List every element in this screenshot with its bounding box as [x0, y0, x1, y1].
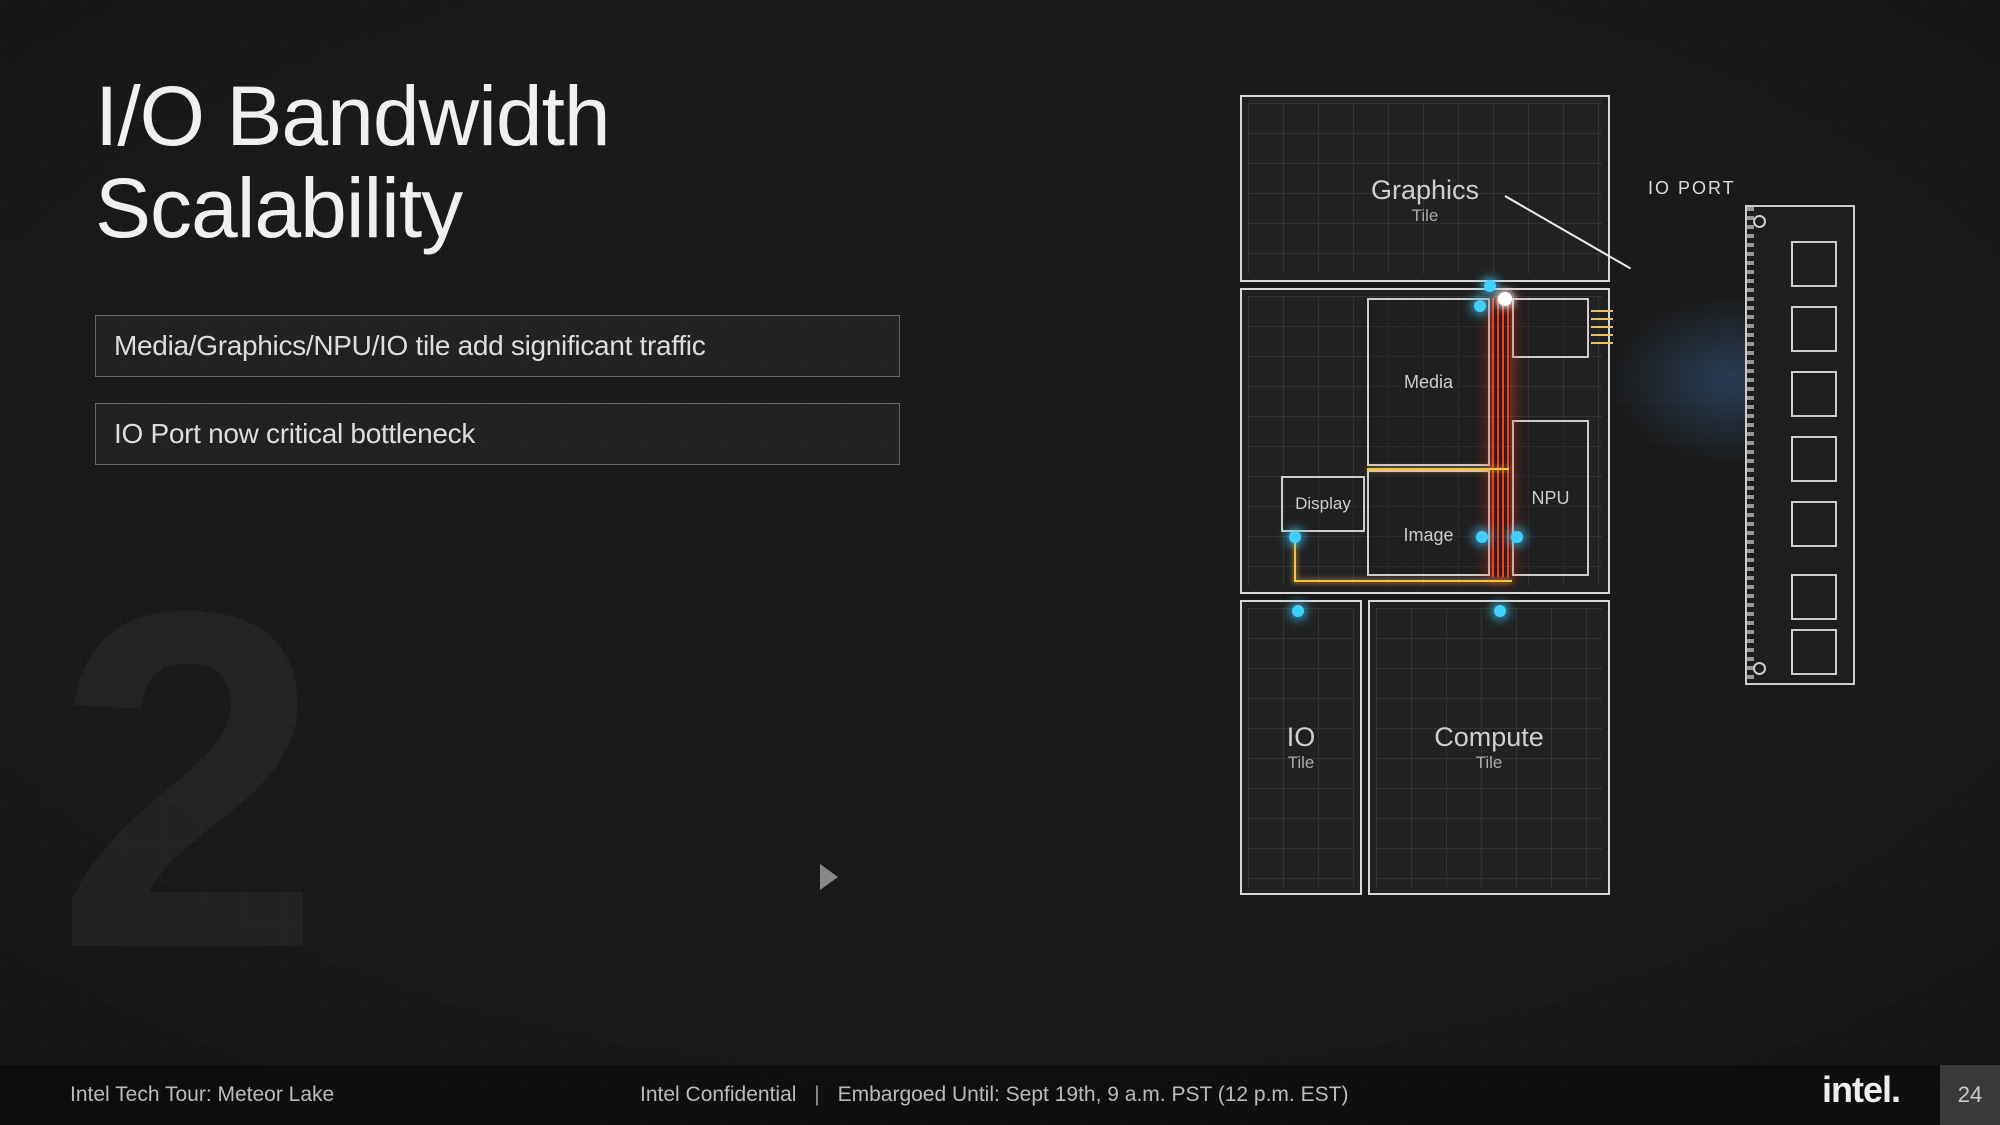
image-label: Image [1403, 525, 1453, 546]
bullet-2: IO Port now critical bottleneck [95, 403, 900, 465]
dot-6 [1292, 605, 1304, 617]
display-label: Display [1295, 494, 1351, 514]
yellow-route-1 [1367, 468, 1509, 470]
slide-title: I/O Bandwidth Scalability [95, 70, 610, 255]
dram-chip [1791, 629, 1837, 675]
npu-label: NPU [1531, 488, 1569, 509]
dot-2 [1474, 300, 1486, 312]
io-port-callout-label: IO PORT [1648, 178, 1736, 199]
bullet-list: Media/Graphics/NPU/IO tile add significa… [95, 315, 900, 491]
title-line-1: I/O Bandwidth [95, 69, 610, 163]
dot-1 [1484, 280, 1496, 292]
io-port-dot [1498, 292, 1512, 306]
media-label: Media [1404, 372, 1453, 393]
io-tile-sub: Tile [1242, 753, 1360, 773]
bullet-1: Media/Graphics/NPU/IO tile add significa… [95, 315, 900, 377]
soc-tile: Media NPU Display Image [1240, 288, 1610, 594]
page-number: 24 [1940, 1065, 2000, 1125]
play-indicator-icon [820, 864, 838, 890]
dram-chip [1791, 306, 1837, 352]
dram-chip [1791, 241, 1837, 287]
compute-tile-name: Compute [1370, 722, 1608, 753]
npu-block: NPU [1512, 420, 1589, 576]
compute-tile: Compute Tile [1368, 600, 1610, 895]
footer-bar: Intel Tech Tour: Meteor Lake Intel Confi… [0, 1065, 2000, 1125]
graphics-tile: Graphics Tile [1240, 95, 1610, 282]
image-block: Image [1367, 470, 1490, 576]
congestion-lines [1492, 298, 1510, 577]
footer-left: Intel Tech Tour: Meteor Lake [70, 1083, 334, 1107]
io-tile: IO Tile [1240, 600, 1362, 895]
dram-chip [1791, 371, 1837, 417]
dot-7 [1494, 605, 1506, 617]
footer-embargo: Embargoed Until: Sept 19th, 9 a.m. PST (… [838, 1083, 1349, 1106]
graphics-tile-name: Graphics [1242, 175, 1608, 206]
section-number-bg: 2 [55, 540, 302, 1020]
display-block: Display [1281, 476, 1365, 532]
footer-separator: | [814, 1083, 819, 1106]
dram-chip [1791, 574, 1837, 620]
dot-5 [1511, 531, 1523, 543]
intel-logo: intel [1822, 1069, 1900, 1111]
dram-chip [1791, 501, 1837, 547]
media-block: Media [1367, 298, 1490, 466]
title-line-2: Scalability [95, 161, 462, 255]
dimm-module [1745, 205, 1855, 685]
yellow-route-2 [1294, 580, 1512, 582]
io-tile-name: IO [1242, 722, 1360, 753]
dot-4 [1476, 531, 1488, 543]
small-block [1512, 298, 1589, 358]
footer-confidential: Intel Confidential [640, 1083, 796, 1106]
compute-tile-sub: Tile [1370, 753, 1608, 773]
dram-chip [1791, 436, 1837, 482]
dot-3 [1289, 531, 1301, 543]
